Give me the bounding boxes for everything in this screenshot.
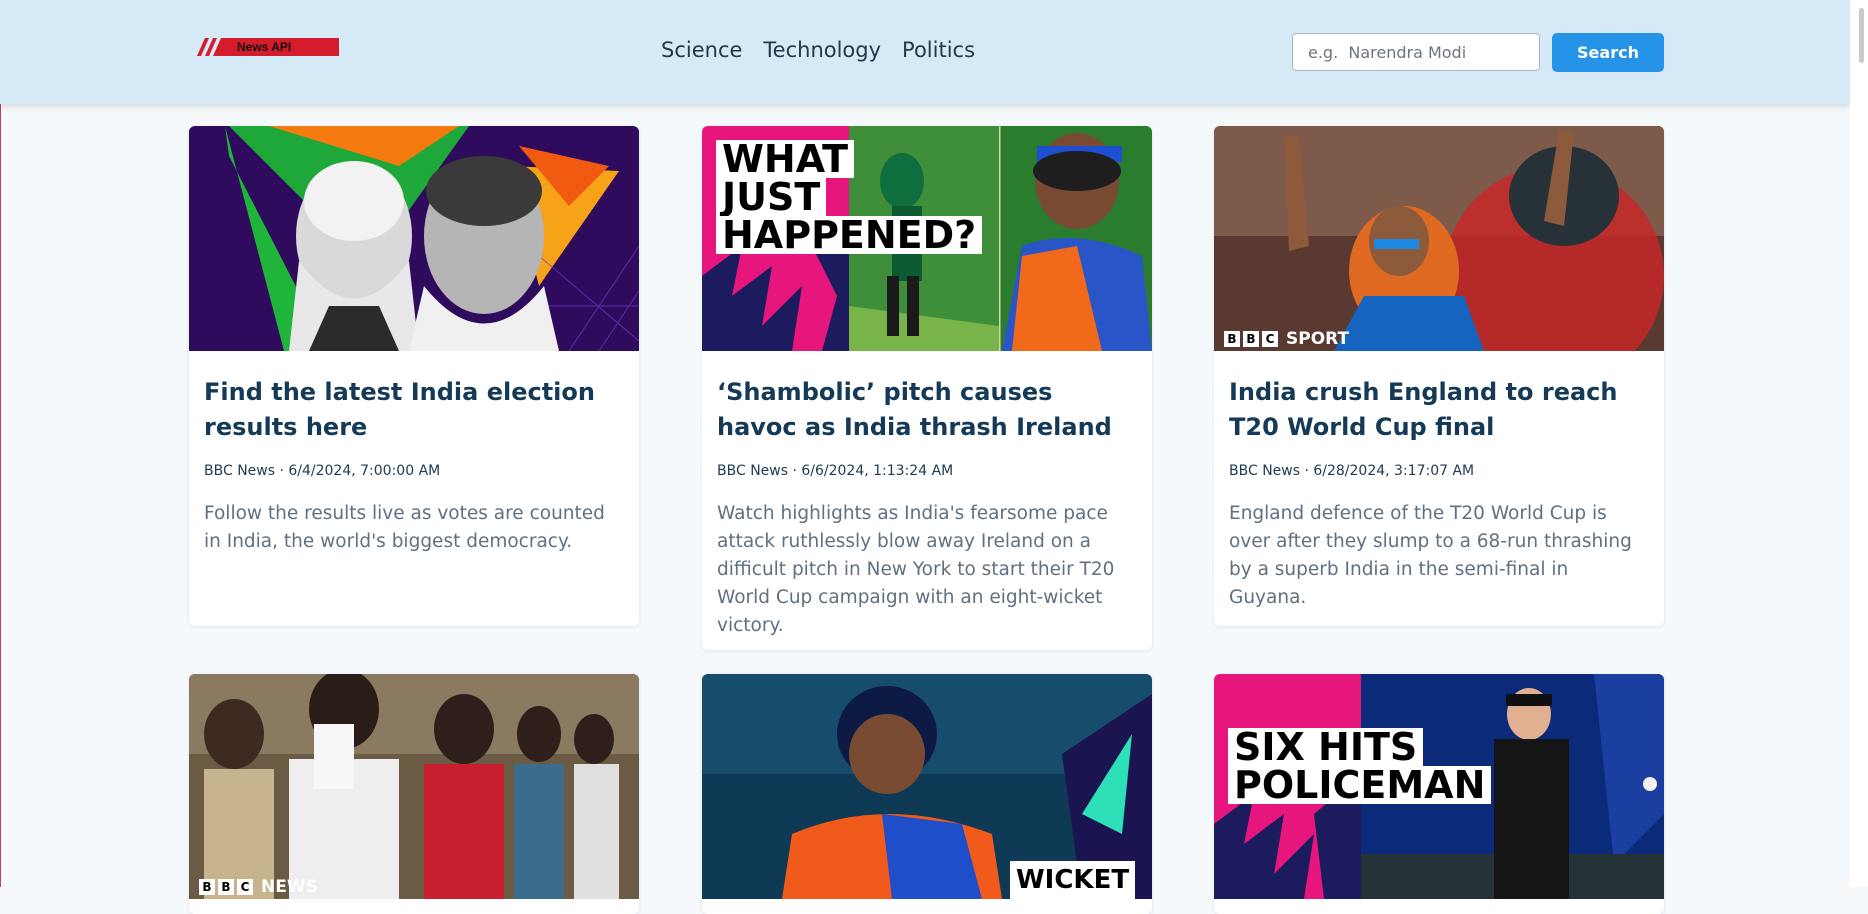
nav-link-science[interactable]: Science (661, 38, 742, 62)
image-overlay-line: SIX HITS (1228, 728, 1424, 766)
main-nav: Science Technology Politics (661, 38, 975, 62)
article-image: BBC NEWS (189, 674, 639, 899)
article-description: England defence of the T20 World Cup is … (1229, 503, 1632, 608)
article-card[interactable]: WICKET (702, 674, 1152, 914)
article-meta: BBC News · 6/6/2024, 1:13:24 AM (717, 463, 954, 479)
article-meta: BBC News · 6/28/2024, 3:17:07 AM (1229, 463, 1475, 479)
article-image: SIX HITS POLICEMAN (1214, 674, 1664, 899)
article-description: Follow the results live as votes are cou… (204, 503, 605, 552)
image-overlay-line: JUST (716, 178, 827, 216)
search-button[interactable]: Search (1552, 33, 1664, 72)
image-overlay-line: HAPPENED? (716, 216, 983, 254)
article-title[interactable]: India crush England to reach T20 World C… (1229, 375, 1649, 445)
logo-text: News API (237, 40, 291, 54)
image-overlay-line: WHAT (716, 140, 855, 178)
article-meta: BBC News · 6/4/2024, 7:00:00 AM (204, 463, 441, 479)
nav-link-technology[interactable]: Technology (763, 38, 881, 62)
search-input[interactable] (1292, 33, 1540, 71)
bbc-news-logo: BBC NEWS (199, 877, 318, 897)
page-scrollbar[interactable] (1850, 0, 1868, 887)
bbc-sport-logo: BBC SPORT (1224, 329, 1349, 349)
article-image: WICKET (702, 674, 1152, 899)
india-england-image (1214, 126, 1664, 351)
election-candidates-image (189, 126, 639, 351)
article-card[interactable]: SIX HITS POLICEMAN (1214, 674, 1664, 914)
news-api-logo[interactable]: News API (197, 38, 339, 56)
article-image (189, 126, 639, 351)
article-title[interactable]: ‘Shambolic’ pitch causes havoc as India … (717, 375, 1137, 445)
scrollbar-thumb[interactable] (1859, 8, 1864, 63)
article-card[interactable]: WHAT JUST HAPPENED? ‘Shambolic’ pitch ca… (702, 126, 1152, 650)
article-description: Watch highlights as India's fearsome pac… (717, 503, 1115, 636)
image-overlay-line: POLICEMAN (1228, 766, 1492, 804)
nav-link-politics[interactable]: Politics (902, 38, 975, 62)
image-overlay-line: WICKET (1010, 861, 1136, 899)
article-card[interactable]: BBC NEWS (189, 674, 639, 914)
top-navbar: News API Science Technology Politics Sea… (0, 0, 1850, 104)
students-queue-image (189, 674, 639, 899)
article-title[interactable]: Find the latest India election results h… (204, 375, 624, 445)
article-card[interactable]: BBC SPORT India crush England to reach T… (1214, 126, 1664, 626)
article-card[interactable]: Find the latest India election results h… (189, 126, 639, 626)
article-image: WHAT JUST HAPPENED? (702, 126, 1152, 351)
article-image: BBC SPORT (1214, 126, 1664, 351)
